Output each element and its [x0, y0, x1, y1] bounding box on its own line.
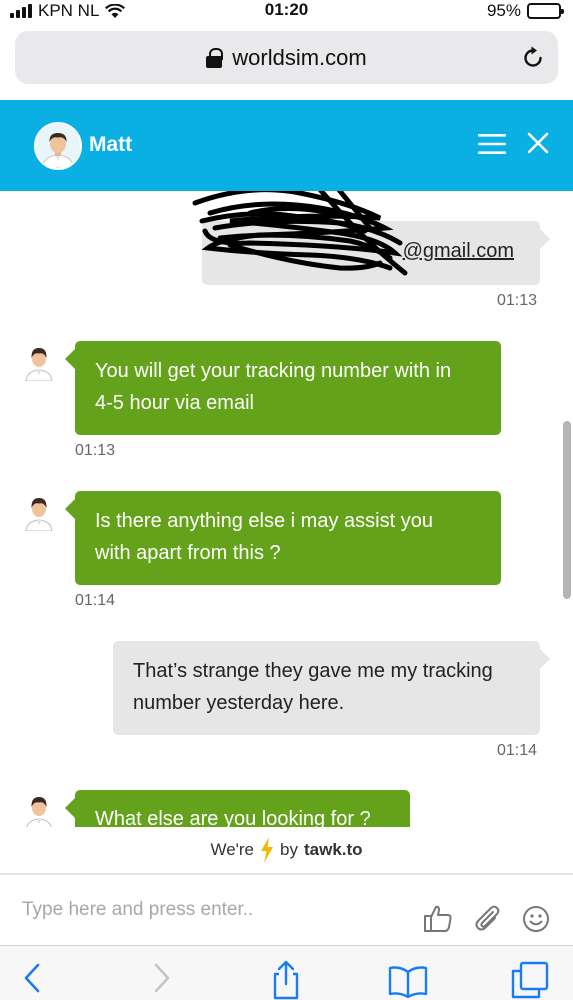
agent-avatar — [34, 122, 82, 170]
message-time: 01:13 — [497, 292, 538, 309]
address-bar-content: worldsim.com — [15, 31, 558, 84]
branding-prefix: We're — [210, 840, 255, 859]
message-time: 01:13 — [75, 442, 116, 459]
close-icon[interactable] — [526, 131, 550, 155]
reload-icon[interactable] — [520, 45, 546, 71]
tabs-icon[interactable] — [510, 960, 550, 1000]
status-right: 95% — [486, 1, 564, 21]
message-input[interactable] — [22, 895, 402, 925]
message-line: You will get your tracking number with i… — [95, 360, 452, 382]
message-line: Is there anything else i may assist you — [95, 510, 433, 532]
agent-message: You will get your tracking number with i… — [65, 341, 501, 435]
agent-name: Matt — [89, 133, 133, 156]
visitor-message: That’s strange they gave me my tracking … — [113, 641, 550, 735]
emoji-icon[interactable] — [522, 905, 550, 933]
lock-icon — [206, 47, 224, 68]
message-composer — [0, 873, 573, 945]
email-text: @gmail.com — [402, 240, 514, 262]
message-line: 4-5 hour via email — [95, 392, 254, 414]
chat-scrollbar[interactable] — [563, 421, 571, 599]
message-line: with apart from this ? — [95, 542, 281, 564]
branding-by: by — [280, 840, 298, 859]
agent-message: Is there anything else i may assist you … — [65, 491, 501, 585]
branding-brand: tawk.to — [303, 840, 363, 859]
forward-icon[interactable] — [142, 960, 182, 1000]
message-time: 01:14 — [497, 742, 538, 759]
url-text: worldsim.com — [232, 44, 367, 70]
share-icon[interactable] — [266, 960, 306, 1000]
address-bar[interactable]: worldsim.com — [15, 31, 558, 84]
tawk-branding[interactable]: We're by tawk.to — [0, 827, 573, 873]
status-bar: KPN NL 01:20 95% — [0, 0, 573, 22]
lightning-bolt-icon — [261, 837, 274, 863]
message-line: number yesterday here. — [133, 692, 345, 714]
thumbs-up-icon[interactable] — [423, 903, 453, 933]
bookmarks-icon[interactable] — [388, 960, 428, 1000]
chat-transcript[interactable]: @gmail.com 01:13 You will get your track… — [0, 191, 573, 827]
message-time: 01:14 — [75, 592, 116, 609]
agent-message: What else are you looking for ? — [65, 790, 410, 827]
message-line: What else are you looking for ? — [95, 808, 371, 827]
agent-avatar-small-icon — [25, 348, 53, 381]
battery-percent: 95% — [486, 1, 521, 20]
chat-header: Matt — [0, 100, 573, 191]
browser-toolbar — [0, 945, 573, 1000]
agent-avatar-small-icon — [26, 797, 52, 827]
paperclip-icon[interactable] — [472, 903, 502, 933]
menu-icon[interactable] — [478, 133, 506, 155]
agent-avatar-small-icon — [25, 498, 53, 531]
battery-icon — [527, 3, 564, 19]
redaction-scribble — [192, 191, 408, 276]
back-icon[interactable] — [14, 960, 54, 1000]
agent-avatar-icon — [41, 133, 75, 168]
message-line: That’s strange they gave me my tracking — [133, 660, 493, 682]
